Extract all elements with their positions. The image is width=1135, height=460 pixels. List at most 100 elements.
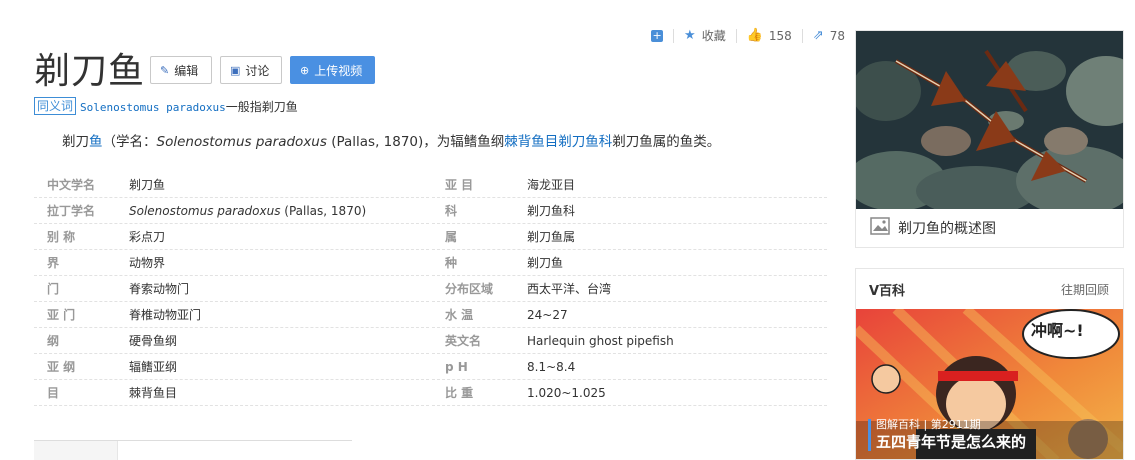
info-key: 种 — [445, 256, 458, 270]
info-key: 分布区域 — [445, 282, 494, 296]
add-to-list-icon[interactable]: + — [651, 29, 664, 42]
info-key: p H — [445, 359, 468, 374]
info-row: 水 温 24~27 — [432, 302, 827, 328]
info-value: 24~27 — [527, 307, 568, 322]
basic-info-left: 中文学名 剃刀鱼拉丁学名 Solenostomus paradoxus (Palla… — [34, 172, 429, 406]
info-key: 科 — [445, 204, 458, 218]
info-key: 英文名 — [445, 334, 482, 348]
info-value: Solenostomus paradoxus (Pallas, 1870) — [129, 204, 366, 218]
info-key: 比 重 — [445, 386, 474, 400]
info-value: Harlequin ghost pipefish — [527, 333, 674, 348]
synonym-line: 同义词 Solenostomus paradoxus一般指剃刀鱼 — [34, 97, 298, 115]
v-baike-title: V百科 — [869, 283, 906, 299]
info-value: 脊椎动物亚门 — [129, 308, 202, 322]
info-value: 8.1~8.4 — [527, 359, 576, 374]
star-icon[interactable]: ★ — [684, 28, 696, 43]
info-row: 亚 纲 辐鳍亚纲 — [34, 354, 429, 380]
info-row: 拉丁学名 Solenostomus paradoxus (Pallas, 1870… — [34, 198, 429, 224]
info-key: 亚 纲 — [47, 360, 76, 374]
edit-button[interactable]: ✎ 编辑 — [150, 56, 212, 84]
info-row: 纲 硬骨鱼纲 — [34, 328, 429, 354]
info-value-author: (Pallas, 1870) — [280, 203, 367, 218]
info-key: 水 温 — [445, 308, 474, 322]
info-row: 科 剃刀鱼科 — [432, 198, 827, 224]
album-caption-text: 剃刀鱼的概述图 — [898, 221, 996, 237]
info-row: 界 动物界 — [34, 250, 429, 276]
plus-circle-icon: ⊕ — [300, 63, 310, 77]
v-baike-header: V百科 往期回顾 — [856, 269, 1123, 309]
info-value: 海龙亚目 — [527, 178, 576, 192]
info-key: 亚 门 — [47, 308, 76, 322]
info-row: 英文名 Harlequin ghost pipefish — [432, 328, 827, 354]
catalog-tab[interactable] — [34, 441, 118, 460]
like-count[interactable]: 158 — [769, 29, 792, 43]
info-row: 门 脊索动物门 — [34, 276, 429, 302]
info-key: 界 — [47, 256, 60, 270]
divider — [735, 28, 737, 43]
info-row: 比 重 1.020~1.025 — [432, 380, 827, 406]
info-row: 别 称 彩点刀 — [34, 224, 429, 250]
favorite-button[interactable]: 收藏 — [702, 27, 726, 44]
lemma-summary: 剃刀鱼（学名：Solenostomus paradoxus (Pallas, 1… — [62, 130, 720, 150]
banner-bubble-text: 冲啊~! — [1031, 321, 1084, 340]
social-bar: + ★ 收藏 👍 158 ⇗ 78 — [651, 27, 845, 44]
info-value: 硬骨鱼纲 — [129, 334, 178, 348]
info-key: 属 — [445, 230, 458, 244]
info-value: 棘背鱼目 — [129, 386, 178, 400]
info-value: 动物界 — [129, 256, 166, 270]
info-value: 西太平洋、台湾 — [527, 282, 612, 296]
headline-accent-bar — [868, 419, 871, 451]
info-row: 种 剃刀鱼 — [432, 250, 827, 276]
info-row: 目 棘背鱼目 — [34, 380, 429, 406]
link-family[interactable]: 剃刀鱼科 — [558, 134, 612, 150]
v-baike-box: V百科 往期回顾 冲啊~! 图解百科 | 第2911期 五四青年节是怎么来的 — [855, 268, 1124, 460]
info-key: 中文学名 — [47, 178, 96, 192]
info-value: 彩点刀 — [129, 230, 166, 244]
summary-text: 剃刀鱼属的鱼类。 — [612, 134, 721, 150]
synonym-rest: 一般指剃刀鱼 — [225, 99, 298, 114]
share-icon[interactable]: ⇗ — [813, 28, 824, 43]
share-count[interactable]: 78 — [830, 29, 845, 43]
info-value: 剃刀鱼属 — [527, 230, 576, 244]
fish-photo[interactable] — [856, 31, 1123, 209]
divider — [673, 28, 675, 43]
info-key: 亚 目 — [445, 178, 474, 192]
discuss-button[interactable]: ▣ 讨论 — [220, 56, 282, 84]
pencil-icon: ✎ — [160, 63, 170, 77]
album-caption[interactable]: 剃刀鱼的概述图 — [870, 217, 996, 239]
summary-latin: Solenostomus paradoxus — [156, 134, 327, 150]
info-key: 门 — [47, 282, 60, 296]
link-fish[interactable]: 鱼 — [89, 134, 103, 150]
info-value: 脊索动物门 — [129, 282, 190, 296]
info-row: 亚 门 脊椎动物亚门 — [34, 302, 429, 328]
info-key: 纲 — [47, 334, 60, 348]
summary-album[interactable]: 剃刀鱼的概述图 — [855, 30, 1124, 248]
upload-video-button[interactable]: ⊕ 上传视频 — [290, 56, 375, 84]
summary-text: (Pallas, 1870)，为辐鳍鱼纲 — [326, 134, 505, 150]
thumbs-up-icon[interactable]: 👍 — [747, 28, 763, 43]
info-value: 剃刀鱼 — [527, 256, 564, 270]
info-row: 亚 目 海龙亚目 — [432, 172, 827, 198]
discuss-label: 讨论 — [245, 63, 270, 78]
chat-icon: ▣ — [230, 63, 241, 77]
info-value: 剃刀鱼 — [129, 178, 166, 192]
divider — [801, 28, 803, 43]
summary-text: 剃刀 — [62, 134, 89, 150]
info-value: 辐鳍亚纲 — [129, 360, 178, 374]
info-row: 属 剃刀鱼属 — [432, 224, 827, 250]
info-row: p H 8.1~8.4 — [432, 354, 827, 380]
page-title: 剃刀鱼 — [34, 51, 146, 92]
edit-label: 编辑 — [174, 63, 199, 78]
synonym-text[interactable]: Solenostomus paradoxus一般指剃刀鱼 — [80, 98, 298, 115]
synonym-latin[interactable]: Solenostomus paradoxus — [80, 101, 226, 114]
gallery-icon — [870, 217, 890, 239]
info-value: 1.020~1.025 — [527, 385, 606, 400]
past-issues-link[interactable]: 往期回顾 — [1061, 281, 1109, 298]
summary-text: （学名： — [102, 134, 157, 150]
v-baike-headline[interactable]: 五四青年节是怎么来的 — [876, 431, 1026, 452]
synonym-tag[interactable]: 同义词 — [34, 97, 77, 115]
info-key: 拉丁学名 — [47, 204, 96, 218]
link-order[interactable]: 棘背鱼目 — [504, 134, 558, 150]
v-baike-issue: 图解百科 | 第2911期 — [876, 418, 981, 431]
info-row: 中文学名 剃刀鱼 — [34, 172, 429, 198]
